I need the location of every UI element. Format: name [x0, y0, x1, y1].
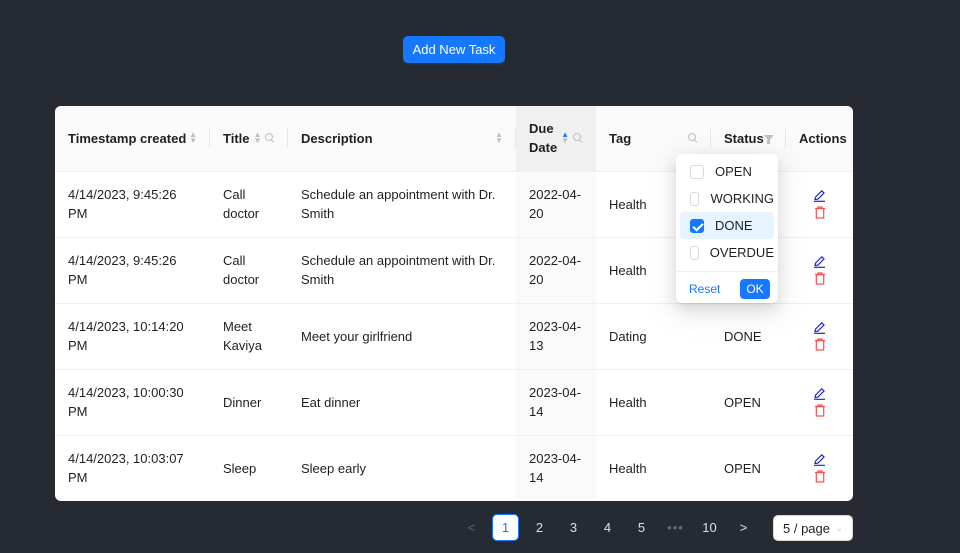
ok-button[interactable]: OK: [740, 279, 770, 299]
next-page-button[interactable]: >: [730, 514, 757, 541]
pagination: < 1 2 3 4 5 ••• 10 >: [458, 514, 764, 541]
cell-due-date: 2023-04-14: [516, 435, 596, 501]
cell-description: Meet your girlfriend: [288, 303, 516, 370]
page-4[interactable]: 4: [594, 514, 621, 541]
filter-option-label: OVERDUE: [709, 245, 774, 260]
delete-icon[interactable]: [814, 206, 826, 219]
cell-actions: [786, 303, 853, 370]
table-row: 4/14/2023, 10:03:07 PM Sleep Sleep early 20…: [55, 435, 853, 501]
status-filter-dropdown: OPEN WORKING DONE OVERDUE Reset OK: [676, 154, 778, 303]
column-header-description[interactable]: Description ▲ ▼: [288, 106, 516, 172]
cell-description: Eat dinner: [288, 369, 516, 436]
sort-icon[interactable]: ▲ ▼: [561, 131, 569, 145]
checkbox[interactable]: [690, 218, 704, 233]
cell-timestamp: 4/14/2023, 10:03:07 PM: [55, 435, 210, 501]
checkbox[interactable]: [690, 245, 699, 260]
cell-status: DONE: [711, 303, 786, 370]
page-2[interactable]: 2: [526, 514, 553, 541]
filter-option-label: WORKING: [710, 191, 774, 206]
page-1[interactable]: 1: [492, 514, 519, 541]
cell-due-date: 2022-04-20: [516, 171, 596, 238]
column-header-due-date[interactable]: Due Date ▲ ▼: [516, 106, 596, 172]
column-title: Tag: [609, 130, 632, 146]
search-icon[interactable]: [265, 133, 275, 143]
cell-description: Sleep early: [288, 435, 516, 501]
column-header-actions: Actions: [786, 106, 853, 172]
cell-actions: [786, 237, 853, 304]
cell-title: Dinner: [210, 369, 288, 436]
delete-icon[interactable]: [814, 338, 826, 351]
delete-icon[interactable]: [814, 404, 826, 417]
filter-option-done[interactable]: DONE: [680, 212, 774, 239]
column-header-title[interactable]: Title ▲ ▼: [210, 106, 288, 172]
column-title: Description: [301, 130, 373, 146]
reset-button[interactable]: Reset: [689, 282, 720, 296]
cell-title: Sleep: [210, 435, 288, 501]
filter-option-open[interactable]: OPEN: [680, 158, 774, 185]
cell-status: OPEN: [711, 369, 786, 436]
cell-title: Meet Kaviya: [210, 303, 288, 370]
edit-icon[interactable]: [813, 321, 826, 334]
delete-icon[interactable]: [814, 272, 826, 285]
filter-option-working[interactable]: WORKING: [680, 185, 774, 212]
cell-due-date: 2022-04-20: [516, 237, 596, 304]
cell-title: Call doctor: [210, 237, 288, 304]
cell-description: Schedule an appointment with Dr. Smith: [288, 171, 516, 238]
cell-title: Call doctor: [210, 171, 288, 238]
cell-description: Schedule an appointment with Dr. Smith: [288, 237, 516, 304]
add-new-task-button[interactable]: Add New Task: [403, 36, 505, 63]
search-icon[interactable]: [688, 133, 698, 143]
prev-page-button[interactable]: <: [458, 514, 485, 541]
cell-tag: Health: [596, 435, 711, 501]
page-5[interactable]: 5: [628, 514, 655, 541]
cell-due-date: 2023-04-13: [516, 303, 596, 370]
filter-option-overdue[interactable]: OVERDUE: [680, 239, 774, 266]
cell-actions: [786, 171, 853, 238]
edit-icon[interactable]: [813, 189, 826, 202]
checkbox[interactable]: [690, 191, 700, 206]
column-header-timestamp[interactable]: Timestamp created ▲ ▼: [55, 106, 210, 172]
filter-option-label: OPEN: [715, 164, 752, 179]
cell-actions: [786, 435, 853, 501]
column-title: Due Date: [529, 121, 558, 156]
jump-next-ellipsis[interactable]: •••: [662, 514, 689, 541]
sort-icon[interactable]: ▲ ▼: [189, 131, 197, 145]
chevron-down-icon: ⌄: [835, 522, 843, 533]
page-3[interactable]: 3: [560, 514, 587, 541]
cell-timestamp: 4/14/2023, 10:14:20 PM: [55, 303, 210, 370]
edit-icon[interactable]: [813, 255, 826, 268]
column-title: Title: [223, 130, 250, 146]
column-title: Timestamp created: [68, 130, 187, 146]
sort-icon[interactable]: ▲ ▼: [495, 131, 503, 145]
page-10[interactable]: 10: [696, 514, 723, 541]
page-size-select[interactable]: 5 / page ⌄: [773, 515, 853, 541]
column-title: Status: [724, 130, 764, 146]
cell-actions: [786, 369, 853, 436]
sort-icon[interactable]: ▲ ▼: [254, 131, 262, 145]
edit-icon[interactable]: [813, 453, 826, 466]
filter-option-label: DONE: [715, 218, 753, 233]
cell-tag: Health: [596, 369, 711, 436]
delete-icon[interactable]: [814, 470, 826, 483]
edit-icon[interactable]: [813, 387, 826, 400]
search-icon[interactable]: [573, 133, 583, 143]
cell-timestamp: 4/14/2023, 9:45:26 PM: [55, 237, 210, 304]
cell-due-date: 2023-04-14: [516, 369, 596, 436]
table-row: 4/14/2023, 10:00:30 PM Dinner Eat dinner 20…: [55, 369, 853, 436]
filter-icon[interactable]: [763, 135, 774, 145]
page-size-value: 5 / page: [783, 520, 830, 536]
cell-status: OPEN: [711, 435, 786, 501]
cell-tag: Dating: [596, 303, 711, 370]
checkbox[interactable]: [690, 164, 704, 179]
column-title: Actions: [799, 130, 847, 146]
cell-timestamp: 4/14/2023, 10:00:30 PM: [55, 369, 210, 436]
table-row: 4/14/2023, 10:14:20 PM Meet Kaviya Meet yo…: [55, 303, 853, 370]
cell-timestamp: 4/14/2023, 9:45:26 PM: [55, 171, 210, 238]
